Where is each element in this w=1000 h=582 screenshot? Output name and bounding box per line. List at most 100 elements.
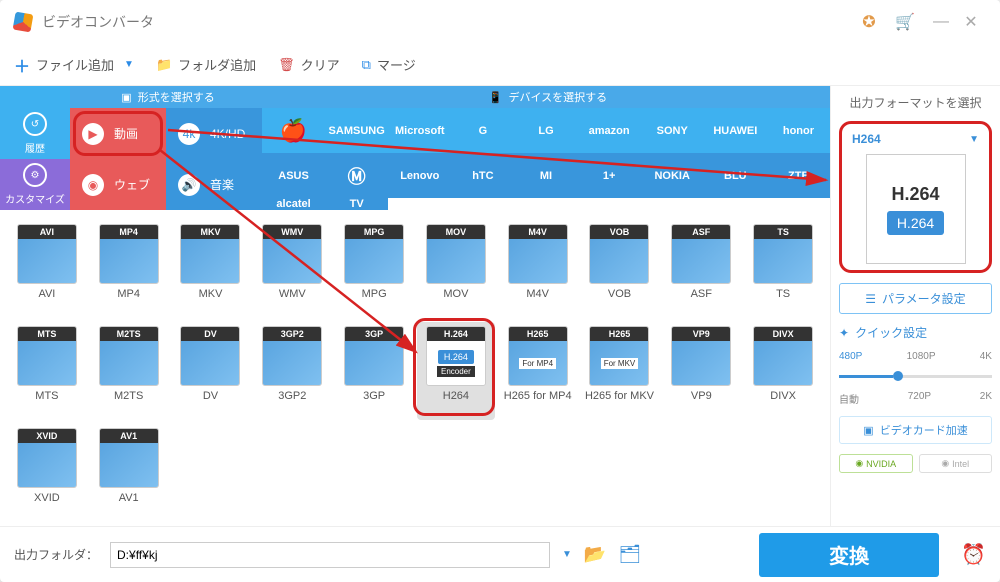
output-format-dropdown[interactable]: H264▼ <box>848 130 983 148</box>
cart-icon[interactable]: 🛒 <box>890 7 920 37</box>
merge-button[interactable]: ⧉マージ <box>362 55 416 74</box>
format-xvid[interactable]: XVIDXVID <box>8 424 86 522</box>
format-h265-for-mp4[interactable]: H265For MP4H265 for MP4 <box>499 322 577 420</box>
format-ts[interactable]: TSTS <box>744 220 822 318</box>
format-tag: H.264 <box>427 327 485 341</box>
format-m2ts[interactable]: M2TSM2TS <box>90 322 168 420</box>
folder-icon: 📁 <box>156 57 172 73</box>
format-label: DV <box>203 390 218 402</box>
format-wmv[interactable]: WMVWMV <box>253 220 331 318</box>
trash-icon: 🗑 <box>278 57 295 73</box>
output-format-title: 出力フォーマットを選択 <box>839 94 992 111</box>
format-h264[interactable]: H.264H.264EncoderH264 <box>417 322 495 420</box>
brand-nokia[interactable]: NOKIA <box>641 153 704 198</box>
brand-asus[interactable]: ASUS <box>262 153 325 198</box>
brand-alcatel[interactable]: alcatel <box>262 198 325 210</box>
brand-blu[interactable]: BLU <box>704 153 767 198</box>
brand-logo-0[interactable]: 🍎 <box>262 108 325 153</box>
add-file-button[interactable]: ＋ファイル追加▼ <box>14 53 134 77</box>
brand-microsoft[interactable]: Microsoft <box>388 108 451 153</box>
tab-select-device[interactable]: 📱デバイスを選択する <box>266 86 830 108</box>
resolution-slider[interactable] <box>839 375 992 378</box>
format-h265-for-mkv[interactable]: H265For MKVH265 for MKV <box>581 322 659 420</box>
format-tag: DV <box>181 327 239 341</box>
format-av1[interactable]: AV1AV1 <box>90 424 168 522</box>
chip-icon: ▣ <box>863 424 873 437</box>
convert-button[interactable]: 変換 <box>759 533 939 577</box>
plus-icon: ＋ <box>14 53 30 77</box>
format-3gp[interactable]: 3GP3GP <box>335 322 413 420</box>
brand-sony[interactable]: SONY <box>641 108 704 153</box>
tab-select-format[interactable]: ▣形式を選択する <box>70 86 266 108</box>
minimize-button[interactable]: — <box>926 7 956 37</box>
brand-tv[interactable]: TV <box>325 198 388 210</box>
format-mkv[interactable]: MKVMKV <box>172 220 250 318</box>
format-3gp2[interactable]: 3GP23GP2 <box>253 322 331 420</box>
close-button[interactable]: ✕ <box>956 7 986 37</box>
clear-button[interactable]: 🗑クリア <box>278 55 340 74</box>
format-tag: 3GP <box>345 327 403 341</box>
format-tag: DIVX <box>754 327 812 341</box>
format-tag: MP4 <box>100 225 158 239</box>
format-label: VOB <box>608 288 631 300</box>
sidebar-history[interactable]: ↺履歴 <box>0 108 70 159</box>
format-mts[interactable]: MTSMTS <box>8 322 86 420</box>
format-divx[interactable]: DIVXDIVX <box>744 322 822 420</box>
format-avi[interactable]: AVIAVI <box>8 220 86 318</box>
format-asf[interactable]: ASFASF <box>662 220 740 318</box>
sidebar-customize[interactable]: ⚙カスタマイズ <box>0 159 70 210</box>
brand-logo-10[interactable]: Ⓜ <box>325 153 388 198</box>
brand-htc[interactable]: hTC <box>451 153 514 198</box>
chevron-down-icon: ▼ <box>124 59 134 70</box>
schedule-icon[interactable]: ⏰ <box>961 542 986 567</box>
format-tag: MOV <box>427 225 485 239</box>
brand-1+[interactable]: 1+ <box>578 153 641 198</box>
format-tag: VOB <box>590 225 648 239</box>
browse-icon[interactable]: 🗂 <box>618 544 641 565</box>
brand-zte[interactable]: ZTE <box>767 153 830 198</box>
format-mp4[interactable]: MP4MP4 <box>90 220 168 318</box>
chevron-down-icon[interactable]: ▼ <box>562 549 572 560</box>
category-video[interactable]: ▶動画 <box>70 108 166 159</box>
format-mpg[interactable]: MPGMPG <box>335 220 413 318</box>
add-folder-button[interactable]: 📁フォルダ追加 <box>156 55 256 74</box>
speaker-icon: 🔊 <box>178 174 200 196</box>
brand-lenovo[interactable]: Lenovo <box>388 153 451 198</box>
format-tag: AVI <box>18 225 76 239</box>
gpu-accel-button[interactable]: ▣ビデオカード加速 <box>839 416 992 444</box>
gpu-nvidia[interactable]: ◉NVIDIA <box>839 454 913 473</box>
brand-amazon[interactable]: amazon <box>578 108 641 153</box>
format-tag: AV1 <box>100 429 158 443</box>
format-tag: XVID <box>18 429 76 443</box>
chevron-down-icon: ▼ <box>969 134 979 145</box>
category-web[interactable]: ◉ウェブ <box>70 159 166 210</box>
open-folder-icon[interactable]: 📂 <box>584 544 606 565</box>
format-mov[interactable]: MOV MOV <box>417 220 495 318</box>
brand-honor[interactable]: honor <box>767 108 830 153</box>
format-dv[interactable]: DV DV <box>172 322 250 420</box>
gpu-intel[interactable]: ◉Intel <box>919 454 993 473</box>
format-label: MOV <box>443 288 468 300</box>
category-audio[interactable]: 🔊音楽 <box>166 159 262 210</box>
format-tag: VP9 <box>672 327 730 341</box>
format-label: MTS <box>35 390 58 402</box>
brand-mi[interactable]: MI <box>514 153 577 198</box>
category-hd[interactable]: 4k4K/HD <box>166 108 262 159</box>
output-folder-input[interactable] <box>110 542 550 568</box>
format-vob[interactable]: VOB VOB <box>581 220 659 318</box>
format-tag: ASF <box>672 225 730 239</box>
format-tag: MKV <box>181 225 239 239</box>
gear-icon: ✦ <box>839 326 849 340</box>
output-folder-label: 出力フォルダ： <box>14 546 98 563</box>
parameter-settings-button[interactable]: ☰パラメータ設定 <box>839 283 992 314</box>
format-label: WMV <box>279 288 306 300</box>
format-m4v[interactable]: M4VM4V <box>499 220 577 318</box>
brand-samsung[interactable]: SAMSUNG <box>325 108 388 153</box>
brand-g[interactable]: G <box>451 108 514 153</box>
device-icon: 📱 <box>489 91 503 104</box>
format-vp9[interactable]: VP9VP9 <box>662 322 740 420</box>
brand-lg[interactable]: LG <box>514 108 577 153</box>
brand-huawei[interactable]: HUAWEI <box>704 108 767 153</box>
format-tag: M2TS <box>100 327 158 341</box>
key-icon[interactable]: ✪ <box>854 7 884 37</box>
